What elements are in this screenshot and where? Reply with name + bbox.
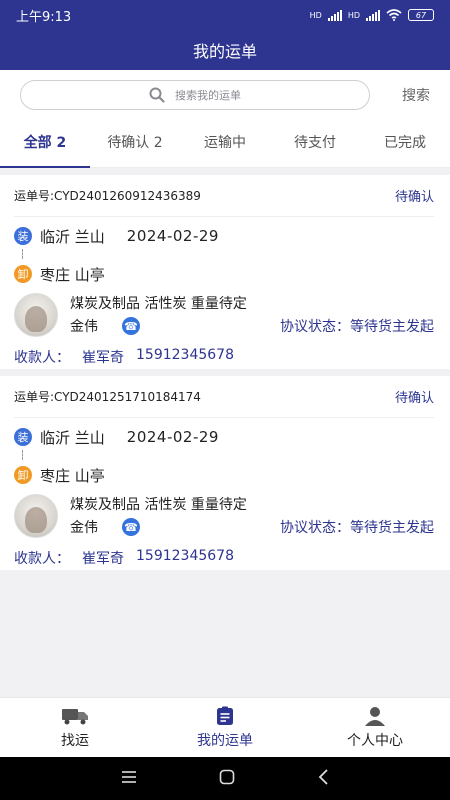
search-placeholder: 搜索我的运单 [175,89,241,102]
tab-pending-payment[interactable]: 待支付 [270,120,360,168]
payee-row: 收款人： 崔军奇 15912345678 [14,347,434,367]
hd-label: HD [309,10,322,20]
destination-location: 枣庄 山亭 [40,265,105,284]
tab-pending-confirm[interactable]: 待确认 2 [90,120,180,168]
driver-avatar [14,494,58,538]
signal-icon-2 [366,9,380,21]
hd-label-2: HD [347,10,360,20]
load-badge: 装 [14,227,32,245]
order-number: 运单号:CYD2401260912436389 [14,189,201,203]
origin-location: 临沂 兰山 [40,428,105,447]
order-header: 运单号:CYD2401260912436389 待确认 [14,175,434,217]
search-input[interactable]: 搜索我的运单 [20,80,370,110]
cargo-description: 煤炭及制品 活性炭 重量待定 [70,296,247,312]
order-status: 待确认 [394,190,434,205]
person-icon [364,706,386,726]
phone-icon[interactable]: ☎ [122,317,140,335]
origin-row: 装 临沂 兰山 2024-02-29 [14,223,434,249]
unload-badge: 卸 [14,466,32,484]
status-icons: HD HD 67 [310,9,434,21]
payee-phone: 15912345678 [136,347,234,363]
nav-label: 个人中心 [347,732,403,749]
home-icon[interactable] [219,769,235,789]
load-date: 2024-02-29 [126,227,219,245]
status-time: 上午9:13 [16,9,72,25]
payee-row: 收款人： 崔军奇 15912345678 [14,548,434,568]
search-button[interactable]: 搜索 [402,85,430,105]
bottom-nav: 找运 我的运单 个人中心 [0,697,450,757]
destination-row: 卸 枣庄 山亭 [14,261,434,287]
cargo-description: 煤炭及制品 活性炭 重量待定 [70,497,247,513]
agreement-status: 协议状态：等待货主发起 [280,319,434,335]
app-header: 上午9:13 HD HD 67 我的运单 [0,0,450,70]
signal-icon [327,9,342,21]
load-date: 2024-02-29 [126,428,219,446]
status-tabs: 全部 2 待确认 2 运输中 待支付 已完成 [0,120,450,168]
order-card[interactable]: 运单号:CYD2401251710184174 待确认 装 临沂 兰山 2024… [0,376,450,570]
load-badge: 装 [14,428,32,446]
order-number: 运单号:CYD2401251710184174 [14,390,201,404]
origin-location: 临沂 兰山 [40,227,105,246]
phone-icon[interactable]: ☎ [122,518,140,536]
page-title: 我的运单 [192,42,257,61]
back-icon[interactable] [317,768,329,789]
agreement-status: 协议状态：等待货主发起 [280,520,434,536]
origin-row: 装 临沂 兰山 2024-02-29 [14,424,434,450]
unload-badge: 卸 [14,265,32,283]
nav-label: 我的运单 [197,732,253,749]
destination-row: 卸 枣庄 山亭 [14,462,434,488]
system-nav-bar [0,757,450,800]
clipboard-icon [215,706,235,726]
status-bar: 上午9:13 HD HD 67 [0,0,450,30]
nav-label: 找运 [61,732,89,749]
cargo-section: 煤炭及制品 活性炭 重量待定 金伟 ☎ 协议状态：等待货主发起 [14,494,434,538]
order-card[interactable]: 运单号:CYD2401260912436389 待确认 装 临沂 兰山 2024… [0,175,450,369]
nav-my-orders[interactable]: 我的运单 [150,698,300,757]
payee-label: 收款人： [14,551,70,567]
search-area: 搜索我的运单 搜索 [0,70,450,120]
driver-name: 金伟 [70,319,98,335]
battery-icon: 67 [408,9,434,21]
destination-location: 枣庄 山亭 [40,466,105,485]
wifi-icon [386,9,402,21]
cargo-section: 煤炭及制品 活性炭 重量待定 金伟 ☎ 协议状态：等待货主发起 [14,293,434,337]
payee-phone: 15912345678 [136,548,234,564]
tab-completed[interactable]: 已完成 [360,120,450,168]
route-connector [14,249,434,261]
nav-find-transport[interactable]: 找运 [0,698,150,757]
payee-name: 崔军奇 [82,551,124,567]
menu-icon[interactable] [121,769,137,788]
driver-avatar [14,293,58,337]
truck-icon [61,706,89,726]
nav-profile[interactable]: 个人中心 [300,698,450,757]
tab-in-transit[interactable]: 运输中 [180,120,270,168]
order-header: 运单号:CYD2401251710184174 待确认 [14,376,434,418]
payee-label: 收款人： [14,350,70,366]
driver-name: 金伟 [70,520,98,536]
search-icon [149,87,165,103]
route-connector [14,450,434,462]
tab-all[interactable]: 全部 2 [0,120,90,168]
payee-name: 崔军奇 [82,350,124,366]
order-status: 待确认 [394,391,434,406]
